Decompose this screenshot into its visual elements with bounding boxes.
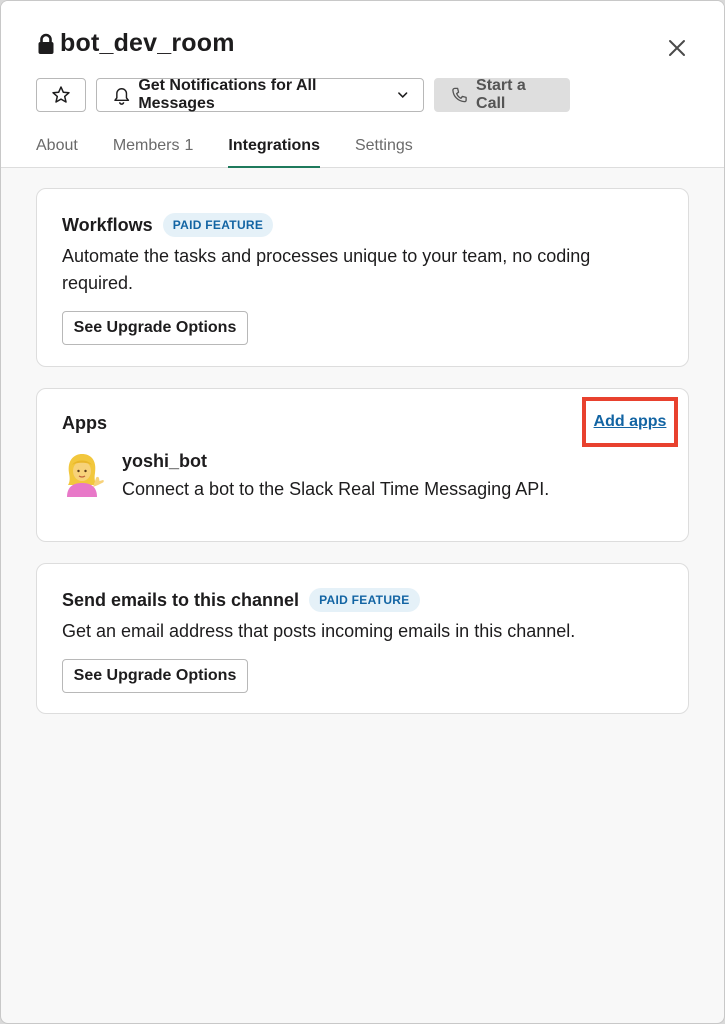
dialog-header: bot_dev_room Get Notifications for All M… [1,1,724,168]
bell-icon [114,88,130,105]
app-name: yoshi_bot [122,451,208,471]
see-upgrade-options-button[interactable]: See Upgrade Options [62,659,248,693]
tab-members[interactable]: Members 1 [113,137,194,168]
workflows-description: Automate the tasks and processes unique … [62,246,591,293]
workflows-title: Workflows [62,214,153,235]
notifications-label: Get Notifications for All Messages [138,77,317,112]
notifications-button[interactable]: Get Notifications for All Messages [96,77,424,112]
emails-title: Send emails to this channel [62,589,300,610]
apps-title: Apps [62,413,107,433]
start-call-label: Start a Call [476,77,526,112]
chevron-down-icon [397,92,407,99]
add-apps-link[interactable]: Add apps [594,413,667,431]
star-button[interactable] [36,78,86,112]
workflows-card: Workflows PAID FEATURE Automate the task… [36,188,689,367]
see-upgrade-options-button[interactable]: See Upgrade Options [62,311,248,345]
header-actions: Get Notifications for All Messages Start… [36,77,570,112]
tab-bar: About Members 1 Integrations Settings [36,137,413,168]
channel-title: bot_dev_room [60,29,235,57]
app-description: Connect a bot to the Slack Real Time Mes… [122,479,550,499]
phone-icon [452,87,467,103]
workflows-title-row: Workflows PAID FEATURE [62,213,663,237]
woman-tipping-hand-icon [67,454,104,497]
members-count: 1 [184,137,194,154]
app-info: yoshi_bot Connect a bot to the Slack Rea… [122,451,549,503]
paid-feature-badge: PAID FEATURE [162,213,274,237]
tab-integrations-label: Integrations [228,137,320,154]
emails-title-row: Send emails to this channel PAID FEATURE [62,588,663,612]
paid-feature-badge: PAID FEATURE [309,588,420,612]
apps-card: Apps Add apps yoshi_bot Connect a bot to… [36,388,689,542]
channel-details-dialog: bot_dev_room Get Notifications for All M… [0,0,725,1024]
emails-description: Get an email address that posts incoming… [62,621,576,641]
emails-card: Send emails to this channel PAID FEATURE… [36,563,689,714]
tab-about[interactable]: About [36,137,78,168]
start-call-button[interactable]: Start a Call [434,77,570,112]
tab-about-label: About [36,137,78,154]
tab-integrations[interactable]: Integrations [228,137,320,168]
app-list-item[interactable]: yoshi_bot Connect a bot to the Slack Rea… [62,451,663,503]
title-row: bot_dev_room [37,29,235,58]
lock-icon [38,33,54,54]
tab-settings[interactable]: Settings [355,137,413,168]
tab-settings-label: Settings [354,137,413,154]
tab-members-label: Members [112,137,180,154]
star-icon [52,86,70,103]
add-apps-highlight: Add apps [582,397,678,447]
close-icon[interactable] [666,37,688,59]
